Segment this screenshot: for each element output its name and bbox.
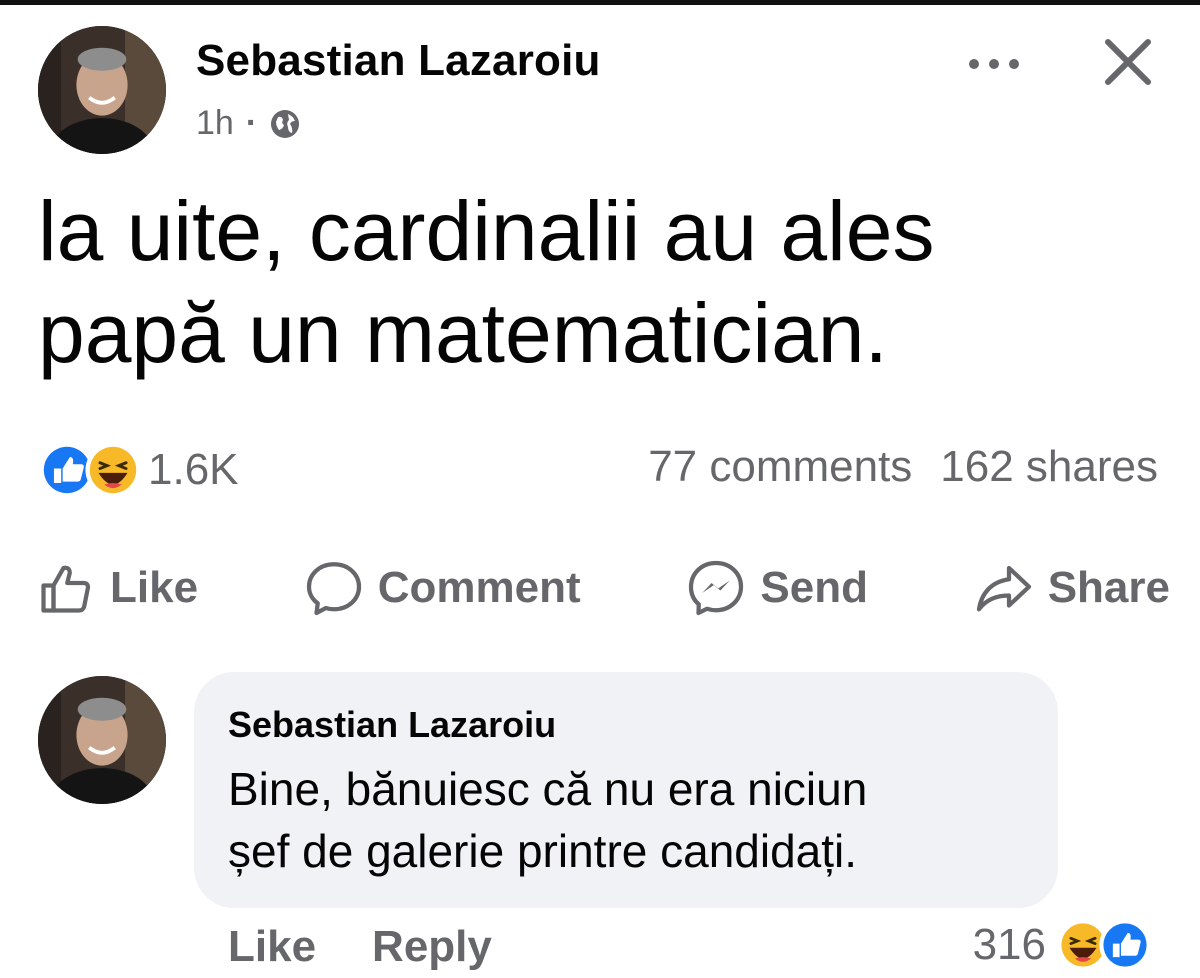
messenger-icon xyxy=(689,560,744,616)
avatar-photo xyxy=(38,676,166,804)
comment-author-name[interactable]: Sebastian Lazaroiu xyxy=(228,704,556,746)
comment-bubble: Sebastian Lazaroiu Bine, bănuiesc că nu … xyxy=(194,672,1058,908)
like-button[interactable]: Like xyxy=(28,552,206,624)
ellipsis-icon xyxy=(969,59,1019,69)
comment-label: Comment xyxy=(377,563,581,612)
comment-actions: Like Reply xyxy=(228,922,492,972)
post-text-line: papă un matematician. xyxy=(38,286,888,380)
share-arrow-icon xyxy=(976,565,1031,612)
comment-reaction-count: 316 xyxy=(972,920,1046,969)
thumbs-up-icon xyxy=(41,565,91,613)
post-meta: 1h · xyxy=(196,104,301,143)
reactions-summary[interactable]: 1.6K xyxy=(38,442,239,498)
comment-text-line: Bine, bănuiesc că nu era niciun xyxy=(228,763,868,815)
more-options-button[interactable] xyxy=(958,40,1030,88)
comment-reply-button[interactable]: Reply xyxy=(372,922,492,972)
meta-separator: · xyxy=(245,104,258,142)
comment-text-line: șef de galerie printre candidați. xyxy=(228,825,858,877)
like-icon xyxy=(1099,919,1151,971)
post-text: la uite, cardinalii au ales papă un mate… xyxy=(38,180,1178,384)
post-action-bar: Like Comment Send Share xyxy=(28,548,1178,628)
comment-bubble-icon xyxy=(306,562,361,616)
like-label: Like xyxy=(110,563,199,612)
avatar-photo xyxy=(38,26,166,154)
comment-like-button[interactable]: Like xyxy=(228,922,316,972)
top-edge xyxy=(0,0,1200,5)
comments-count-link[interactable]: 77 comments xyxy=(648,442,912,492)
share-label: Share xyxy=(1047,563,1170,612)
close-icon xyxy=(1105,39,1151,85)
engagement-stats: 77 comments 162 shares xyxy=(648,442,1158,492)
post-text-line: la uite, cardinalii au ales xyxy=(38,184,935,278)
comment-reactions[interactable]: 316 xyxy=(973,918,1152,972)
shares-count-link[interactable]: 162 shares xyxy=(940,442,1158,492)
comment-button[interactable]: Comment xyxy=(296,552,589,624)
commenter-avatar[interactable] xyxy=(38,676,166,804)
comment-text: Bine, bănuiesc că nu era niciun șef de g… xyxy=(228,758,1038,882)
send-label: Send xyxy=(760,563,868,612)
send-button[interactable]: Send xyxy=(678,552,876,624)
close-button[interactable] xyxy=(1092,26,1164,98)
share-button[interactable]: Share xyxy=(966,552,1178,624)
reaction-count: 1.6K xyxy=(148,445,239,494)
author-avatar[interactable] xyxy=(38,26,166,154)
author-name[interactable]: Sebastian Lazaroiu xyxy=(196,36,601,86)
globe-icon xyxy=(269,108,301,140)
post-time[interactable]: 1h xyxy=(196,104,234,143)
haha-icon xyxy=(85,442,141,498)
